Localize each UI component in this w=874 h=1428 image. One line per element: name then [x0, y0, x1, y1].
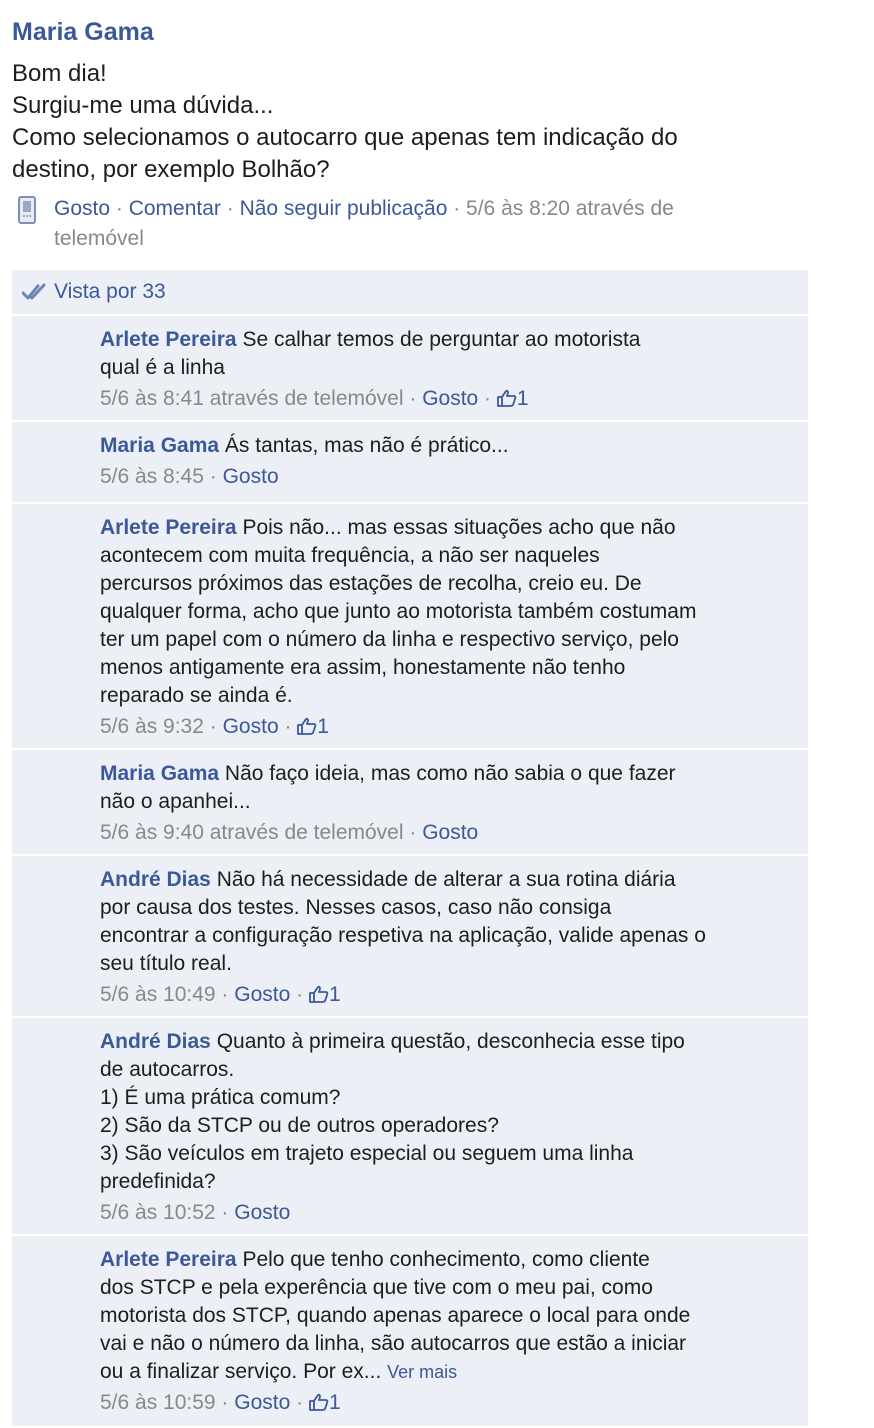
comment-line: qualquer forma, acho que junto ao motori…: [100, 600, 697, 623]
comment-line: Ás tantas, mas não é prático...: [224, 434, 509, 457]
comment-text: Maria Gama Ás tantas, mas não é prático.…: [100, 432, 794, 460]
comment-line: seu título real.: [100, 952, 232, 975]
separator: ·: [110, 197, 129, 220]
mobile-phone-icon: [18, 196, 36, 224]
comment-timestamp[interactable]: 5/6 às 8:45: [100, 465, 204, 488]
like-link[interactable]: Gosto: [234, 1391, 290, 1414]
comment-text: André Dias Não há necessidade de alterar…: [100, 866, 794, 978]
comment-author[interactable]: Maria Gama: [100, 762, 219, 785]
comment-line: qual é a linha: [100, 356, 225, 379]
comment-link[interactable]: Comentar: [129, 197, 221, 220]
comment-timestamp[interactable]: 5/6 às 8:41 através de telemóvel: [100, 387, 404, 410]
post: Maria Gama Bom dia! Surgiu-me uma dúvida…: [12, 14, 808, 254]
like-count[interactable]: 1: [317, 715, 329, 738]
like-link[interactable]: Gosto: [234, 983, 290, 1006]
comment-line: de autocarros.: [100, 1058, 235, 1081]
comment-line: 2) São da STCP ou de outros operadores?: [100, 1114, 499, 1137]
comment-author[interactable]: Arlete Pereira: [100, 328, 237, 351]
double-check-icon: [22, 283, 46, 300]
comment-author[interactable]: André Dias: [100, 1030, 211, 1053]
comment-timestamp[interactable]: 5/6 às 9:32: [100, 715, 204, 738]
comment-line: Não faço ideia, mas como não sabia o que…: [224, 762, 676, 785]
like-link[interactable]: Gosto: [422, 821, 478, 844]
seen-by[interactable]: Vista por 33: [12, 270, 808, 316]
comment-line: acontecem com muita frequência, a não se…: [100, 544, 600, 567]
comment: Arlete Pereira Pois não... mas essas sit…: [12, 504, 808, 750]
comment-line: Pois não... mas essas situações acho que…: [242, 516, 676, 539]
comment-timestamp[interactable]: 5/6 às 10:59: [100, 1391, 216, 1414]
comment-line: menos antigamente era assim, honestament…: [100, 656, 626, 679]
like-count[interactable]: 1: [329, 1391, 341, 1414]
comment-meta: 5/6 às 10:49 · Gosto · 1: [100, 983, 341, 1006]
comment-line: predefinida?: [100, 1170, 216, 1193]
comment-line: Quanto à primeira questão, desconhecia e…: [216, 1030, 685, 1053]
comment-line: 3) São veículos em trajeto especial ou s…: [100, 1142, 634, 1165]
comment: Arlete Pereira Se calhar temos de pergun…: [12, 316, 808, 422]
comment-line: dos STCP e pela experência que tive com …: [100, 1276, 653, 1299]
comment-line: 1) É uma prática comum?: [100, 1086, 341, 1109]
post-text-line: Surgiu-me uma dúvida...: [12, 92, 274, 119]
post-text: Bom dia! Surgiu-me uma dúvida... Como se…: [12, 58, 808, 186]
post-timestamp-device: telemóvel: [54, 227, 144, 250]
comment-line: Não há necessidade de alterar a sua roti…: [216, 868, 676, 891]
comment-author[interactable]: Arlete Pereira: [100, 1248, 237, 1271]
separator: ·: [447, 197, 467, 220]
comment: Maria Gama Não faço ideia, mas como não …: [12, 750, 808, 856]
comment-meta: 5/6 às 8:45 · Gosto: [100, 465, 279, 488]
like-link[interactable]: Gosto: [223, 715, 279, 738]
comment: André Dias Não há necessidade de alterar…: [12, 856, 808, 1018]
comment: André Dias Quanto à primeira questão, de…: [12, 1018, 808, 1236]
comment: Arlete Pereira Pelo que tenho conhecimen…: [12, 1236, 808, 1426]
like-count[interactable]: 1: [517, 387, 529, 410]
comment-line: motorista dos STCP, quando apenas aparec…: [100, 1304, 691, 1327]
comment-author[interactable]: Maria Gama: [100, 434, 219, 457]
comment-line: Pelo que tenho conhecimento, como client…: [242, 1248, 650, 1271]
see-more-link[interactable]: Ver mais: [387, 1362, 457, 1382]
comment-meta: 5/6 às 10:59 · Gosto · 1: [100, 1391, 341, 1414]
post-text-line: Bom dia!: [12, 60, 107, 87]
post-text-line: Como selecionamos o autocarro que apenas…: [12, 124, 678, 151]
post-text-line: destino, por exemplo Bolhão?: [12, 156, 330, 183]
comment-author[interactable]: Arlete Pereira: [100, 516, 237, 539]
comment-line: vai e não o número da linha, são autocar…: [100, 1332, 687, 1355]
comment-meta: 5/6 às 8:41 através de telemóvel · Gosto…: [100, 387, 529, 410]
comment-line: por causa dos testes. Nesses casos, caso…: [100, 896, 612, 919]
comment-timestamp[interactable]: 5/6 às 10:49: [100, 983, 216, 1006]
comment-line: reparado se ainda é.: [100, 684, 293, 707]
comment-meta: 5/6 às 10:52 · Gosto: [100, 1201, 291, 1224]
comment-text: Arlete Pereira Pois não... mas essas sit…: [100, 514, 794, 710]
comment-text: Arlete Pereira Se calhar temos de pergun…: [100, 326, 794, 382]
comments-thread: Vista por 33 Arlete Pereira Se calhar te…: [12, 270, 808, 1426]
post-actions: Gosto · Comentar · Não seguir publicação…: [12, 194, 808, 254]
comment-meta: 5/6 às 9:32 · Gosto · 1: [100, 715, 329, 738]
like-link[interactable]: Gosto: [422, 387, 478, 410]
comment-line: encontrar a configuração respetiva na ap…: [100, 924, 706, 947]
like-link[interactable]: Gosto: [234, 1201, 290, 1224]
thumbs-up-icon: [309, 985, 329, 1003]
comment-meta: 5/6 às 9:40 através de telemóvel · Gosto: [100, 821, 479, 844]
like-link[interactable]: Gosto: [223, 465, 279, 488]
comment-text: Arlete Pereira Pelo que tenho conhecimen…: [100, 1246, 794, 1386]
thumbs-up-icon: [309, 1393, 329, 1411]
like-count[interactable]: 1: [329, 983, 341, 1006]
comment-text: André Dias Quanto à primeira questão, de…: [100, 1028, 794, 1196]
unfollow-link[interactable]: Não seguir publicação: [240, 197, 448, 220]
seen-by-label: Vista por 33: [54, 280, 166, 303]
post-timestamp[interactable]: 5/6 às 8:20 através de: [466, 197, 674, 220]
post-author[interactable]: Maria Gama: [12, 14, 154, 50]
separator: ·: [220, 197, 240, 220]
comment-line: ou a finalizar serviço. Por ex...: [100, 1360, 382, 1383]
comment-line: não o apanhei...: [100, 790, 251, 813]
comment-line: ter um papel com o número da linha e res…: [100, 628, 679, 651]
comment-text: Maria Gama Não faço ideia, mas como não …: [100, 760, 794, 816]
comment-author[interactable]: André Dias: [100, 868, 211, 891]
comment: Maria Gama Ás tantas, mas não é prático.…: [12, 422, 808, 504]
comment-timestamp[interactable]: 5/6 às 9:40 através de telemóvel: [100, 821, 404, 844]
comment-timestamp[interactable]: 5/6 às 10:52: [100, 1201, 216, 1224]
comment-line: percursos próximos das estações de recol…: [100, 572, 642, 595]
comment-line: Se calhar temos de perguntar ao motorist…: [242, 328, 641, 351]
thumbs-up-icon: [496, 389, 517, 407]
like-link[interactable]: Gosto: [54, 197, 110, 220]
thumbs-up-icon: [297, 717, 317, 735]
